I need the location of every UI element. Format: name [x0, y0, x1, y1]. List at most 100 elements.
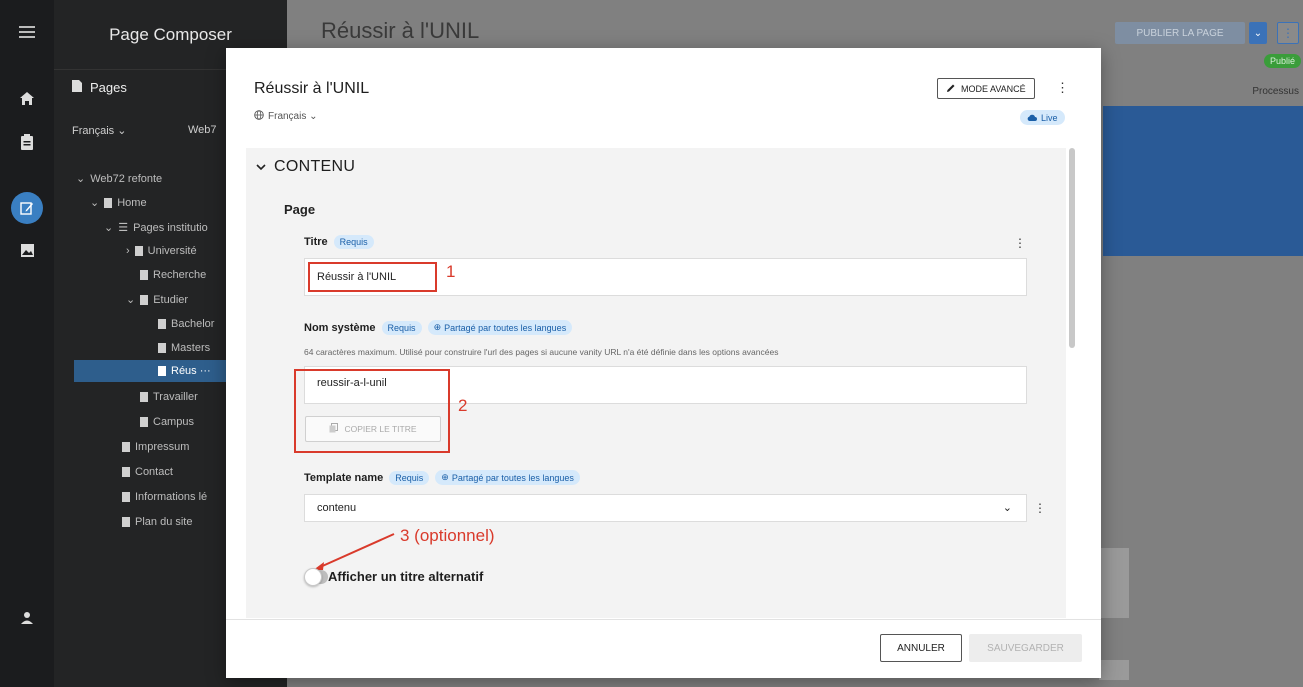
annotation-number-2: 2 [458, 396, 468, 415]
field-more-options-icon[interactable]: ⋮ [1034, 501, 1046, 515]
chevron-down-icon: ⌄ [1002, 502, 1012, 514]
chevron-down-icon: ⌄ [126, 294, 136, 306]
dialog-title: Réussir à l'UNIL [254, 80, 370, 97]
required-badge: Requis [333, 235, 374, 249]
titre-label: Titre Requis [304, 235, 374, 249]
chevron-down-icon: ⌄ [76, 173, 86, 185]
clipboard-icon[interactable] [0, 120, 54, 164]
publish-button[interactable]: PUBLIER LA PAGE [1115, 22, 1245, 44]
tree-item-label: Impressum [135, 441, 190, 453]
site-selector[interactable]: Web7 [188, 124, 217, 136]
globe-icon: ⊕ [433, 322, 442, 332]
tree-item[interactable]: Campus [140, 416, 194, 428]
processus-label: Processus [1252, 86, 1299, 97]
tree-item-label: Bachelor [171, 318, 215, 330]
page-title: Réussir à l'UNIL [321, 18, 480, 43]
tree-item[interactable]: Contact [122, 466, 173, 478]
shared-languages-label: Partagé par toutes les langues [444, 322, 567, 333]
tree-item[interactable]: Plan du site [122, 516, 192, 528]
page-file-icon [72, 80, 82, 95]
tree-item-label: Recherche [153, 269, 207, 281]
shared-languages-badge: ⊕ Partagé par toutes les langues [427, 320, 573, 335]
tree-item[interactable]: Informations lé [122, 491, 207, 503]
cancel-button[interactable]: ANNULER [880, 634, 962, 662]
tree-item-label: Web72 refonte [90, 172, 163, 185]
tree-item-label: Pages institutio [133, 221, 208, 234]
section-header-contenu[interactable]: CONTENU [256, 158, 355, 176]
tree-item[interactable]: Bachelor [158, 318, 214, 330]
language-selector[interactable]: Français ⌄ [72, 124, 126, 137]
page-file-icon [122, 517, 130, 527]
tree-item-label: Informations lé [135, 491, 208, 503]
chevron-down-icon[interactable]: ⌄ [1249, 22, 1267, 44]
tree-item[interactable]: ⌄ Etudier [126, 293, 188, 307]
template-label-text: Template name [304, 471, 384, 484]
annotation-number-3: 3 (optionnel) [400, 526, 495, 545]
page-file-icon [140, 392, 148, 402]
status-badge: Publié [1263, 54, 1301, 68]
tree-item[interactable]: ⌄ ☰ Pages institutio [104, 221, 208, 235]
titre-label-text: Titre [304, 236, 328, 248]
shared-languages-label: Partagé par toutes les langues [451, 472, 574, 483]
live-badge: Live [1020, 110, 1065, 125]
content-block [1099, 660, 1129, 680]
home-icon[interactable] [0, 76, 54, 120]
chevron-down-icon: ⌄ [90, 197, 100, 209]
toggle-knob[interactable] [304, 568, 322, 586]
menu-icon[interactable] [0, 10, 54, 54]
page-file-icon [140, 294, 149, 305]
page-file-icon [134, 246, 143, 256]
page-file-icon [122, 492, 130, 502]
annotation-box-2 [294, 369, 450, 453]
tree-item-label: Réus ··· [171, 365, 211, 377]
required-badge: Requis [381, 320, 422, 335]
user-icon[interactable] [0, 596, 54, 640]
nom-systeme-label-text: Nom système [304, 321, 376, 334]
edit-page-dialog: Réussir à l'UNIL Français ⌄ MODE AVANCÉ … [226, 48, 1101, 678]
tree-item-label: Plan du site [135, 516, 193, 528]
pages-header: Pages [72, 80, 127, 95]
pages-header-label: Pages [90, 80, 127, 95]
tree-item[interactable]: Recherche [140, 269, 206, 281]
tree-item-label: Masters [171, 342, 211, 354]
tree-item[interactable]: ⌄ Web72 refonte [76, 172, 163, 186]
globe-icon [254, 110, 264, 123]
pencil-icon [946, 83, 956, 95]
form-content: CONTENU Page Titre Requis ⋮ Réussir à l'… [246, 148, 1066, 618]
tree-item-label: Travailler [153, 391, 198, 403]
page-file-icon [140, 417, 148, 427]
dialog-more-options-icon[interactable]: ⋮ [1056, 80, 1069, 96]
field-more-options-icon[interactable]: ⋮ [1014, 236, 1026, 250]
tree-item[interactable]: Masters [158, 342, 210, 354]
more-options-icon[interactable]: ⋮ [1277, 22, 1299, 44]
section-title: CONTENU [274, 158, 356, 175]
tree-item[interactable]: › Université [126, 245, 197, 257]
dialog-language-selector[interactable]: Français ⌄ [254, 110, 318, 123]
nom-systeme-label: Nom système Requis ⊕ Partagé par toutes … [304, 320, 573, 335]
tree-item[interactable]: Impressum [122, 441, 189, 453]
required-badge: Requis [389, 470, 430, 485]
page-composer-icon[interactable] [0, 186, 54, 230]
scrollbar[interactable] [1069, 148, 1075, 348]
annotation-box-1 [308, 262, 437, 292]
save-button[interactable]: SAUVEGARDER [969, 634, 1082, 662]
globe-icon: ⊕ [441, 472, 449, 482]
page-file-icon [140, 270, 148, 280]
tree-item-label: Campus [153, 416, 194, 428]
tree-item-label: Université [147, 245, 197, 257]
page-file-icon [122, 467, 130, 477]
template-select[interactable]: contenu ⌄ [304, 494, 1027, 522]
nom-systeme-help: 64 caractères maximum. Utilisé pour cons… [304, 347, 779, 357]
tree-item[interactable]: ⌄ Home [90, 196, 147, 210]
content-block [1099, 548, 1129, 618]
image-gallery-icon[interactable] [0, 228, 54, 272]
hero-banner [1103, 106, 1303, 256]
nav-rail [0, 0, 54, 687]
edit-icon [11, 192, 43, 224]
tree-item[interactable]: Travailler [140, 391, 198, 403]
advanced-mode-label: MODE AVANCÉ [961, 83, 1026, 94]
advanced-mode-button[interactable]: MODE AVANCÉ [937, 78, 1035, 99]
alt-title-label: Afficher un titre alternatif [328, 569, 484, 584]
chevron-right-icon: › [126, 245, 130, 257]
page-file-icon [158, 343, 166, 353]
